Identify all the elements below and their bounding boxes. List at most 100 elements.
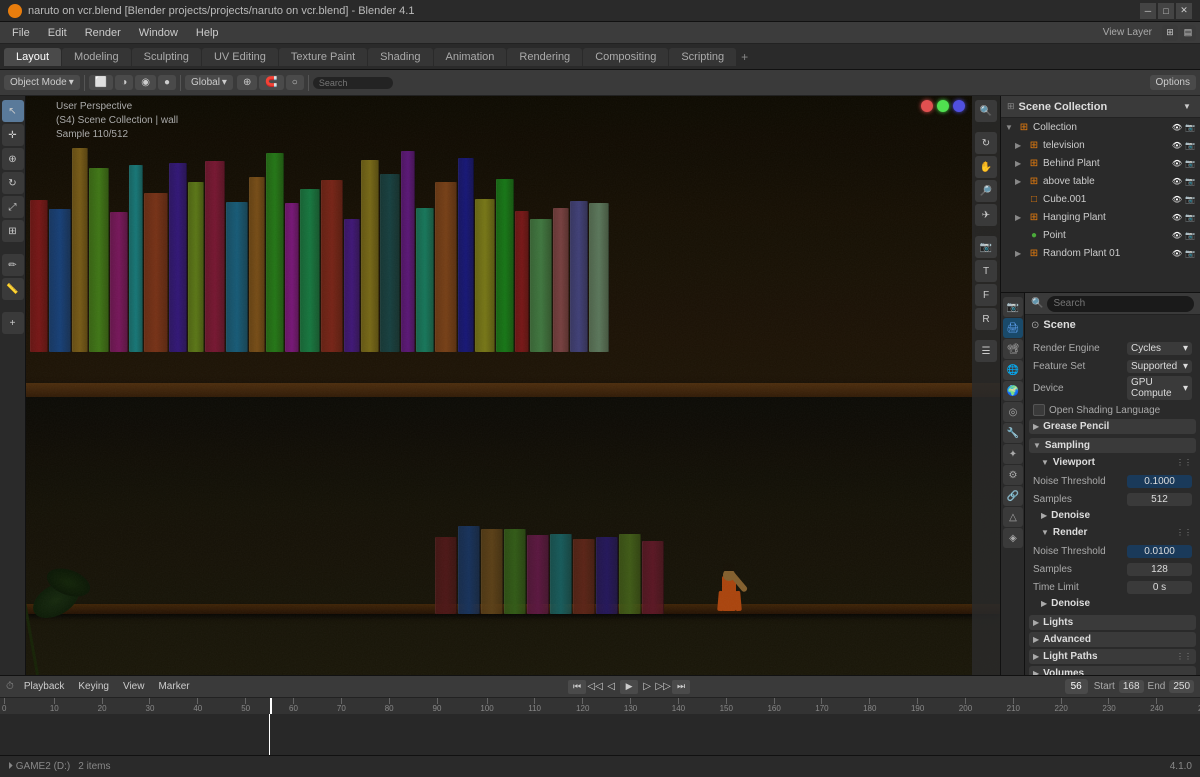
cursor-tool[interactable]: ✛: [2, 124, 24, 146]
pan-btn[interactable]: ✋: [975, 156, 997, 178]
minimize-button[interactable]: ─: [1140, 3, 1156, 19]
marker-btn[interactable]: Marker: [154, 680, 193, 693]
play-btn[interactable]: ▶: [620, 680, 638, 694]
object-mode-dropdown[interactable]: Object Mode ▾: [4, 75, 80, 90]
visibility-btn-cube[interactable]: 👁: [1171, 195, 1183, 204]
render-engine-value[interactable]: Cycles ▾: [1127, 342, 1192, 355]
tree-item-television[interactable]: ▶ ⊞ television 👁 📷: [1001, 136, 1200, 154]
device-value[interactable]: GPU Compute ▾: [1127, 376, 1192, 400]
prev-frame-btn[interactable]: ◁: [604, 680, 618, 694]
lights-header[interactable]: ▶ Lights: [1029, 615, 1196, 630]
time-limit-value[interactable]: 0 s: [1127, 581, 1192, 594]
move-tool[interactable]: ⊕: [2, 148, 24, 170]
prop-material-icon[interactable]: ◈: [1003, 528, 1023, 548]
tree-item-hanging-plant[interactable]: ▶ ⊞ Hanging Plant 👁 📷: [1001, 208, 1200, 226]
add-workspace-btn[interactable]: +: [741, 50, 748, 64]
visibility-btn-behind-plant[interactable]: 👁: [1171, 159, 1183, 168]
tab-shading[interactable]: Shading: [368, 48, 432, 66]
tab-uv-editing[interactable]: UV Editing: [202, 48, 278, 66]
render-btn-hanging-plant[interactable]: 📷: [1184, 213, 1196, 222]
viewport-noise-value[interactable]: 0.1000: [1127, 475, 1192, 488]
wireframe-btn[interactable]: ⬜: [89, 75, 113, 90]
prop-scene-icon[interactable]: 🌐: [1003, 360, 1023, 380]
material-btn[interactable]: ◉: [135, 75, 156, 90]
select-tool[interactable]: ↖: [2, 100, 24, 122]
tree-item-cube[interactable]: □ Cube.001 👁 📷: [1001, 190, 1200, 208]
add-tool[interactable]: +: [2, 312, 24, 334]
denoise-header[interactable]: ▶ Denoise: [1037, 508, 1196, 523]
tab-layout[interactable]: Layout: [4, 48, 61, 66]
render-noise-value[interactable]: 0.0100: [1127, 545, 1192, 558]
light-paths-header[interactable]: ▶ Light Paths ⋮⋮: [1029, 649, 1196, 664]
tree-item-point[interactable]: ● Point 👁 📷: [1001, 226, 1200, 244]
prop-data-icon[interactable]: △: [1003, 507, 1023, 527]
tab-rendering[interactable]: Rendering: [507, 48, 582, 66]
tab-compositing[interactable]: Compositing: [583, 48, 668, 66]
render-btn-random-plant[interactable]: 📷: [1184, 249, 1196, 258]
prev-keyframe-btn[interactable]: ◁◁: [588, 680, 602, 694]
view-top[interactable]: T: [975, 260, 997, 282]
menu-edit[interactable]: Edit: [40, 25, 75, 41]
denoise2-header[interactable]: ▶ Denoise: [1037, 596, 1196, 611]
playback-btn[interactable]: Playback: [20, 680, 69, 693]
menu-render[interactable]: Render: [77, 25, 129, 41]
search-input[interactable]: [313, 77, 393, 89]
next-frame-btn[interactable]: ▷: [640, 680, 654, 694]
sampling-header[interactable]: ▼ Sampling: [1029, 438, 1196, 453]
render-btn-collection[interactable]: 📷: [1184, 123, 1196, 132]
maximize-button[interactable]: □: [1158, 3, 1174, 19]
prop-physics-icon[interactable]: ⚙: [1003, 465, 1023, 485]
snap-btn[interactable]: 🧲: [259, 75, 283, 90]
prop-output-icon[interactable]: 🖨: [1003, 318, 1023, 338]
visibility-btn-television[interactable]: 👁: [1171, 141, 1183, 150]
global-dropdown[interactable]: Global ▾: [185, 75, 233, 90]
advanced-header[interactable]: ▶ Advanced: [1029, 632, 1196, 647]
viewport-samples-value[interactable]: 512: [1127, 493, 1192, 506]
prop-render-icon[interactable]: 📷: [1003, 297, 1023, 317]
props-search-input[interactable]: [1047, 296, 1194, 312]
annotate-tool[interactable]: ✏: [2, 254, 24, 276]
prop-world-icon[interactable]: 🌍: [1003, 381, 1023, 401]
render-btn-television[interactable]: 📷: [1184, 141, 1196, 150]
visibility-btn-random-plant[interactable]: 👁: [1171, 249, 1183, 258]
scene-selector[interactable]: ⊞: [1162, 25, 1178, 41]
next-keyframe-btn[interactable]: ▷▷: [656, 680, 670, 694]
nav-zoom-btn[interactable]: 🔍: [975, 100, 997, 122]
jump-to-end-btn[interactable]: ⏭: [672, 680, 690, 694]
zoom-btn[interactable]: 🔎: [975, 180, 997, 202]
viewport-subsection-header[interactable]: ▼ Viewport ⋮⋮: [1037, 455, 1196, 470]
start-value[interactable]: 168: [1119, 680, 1144, 693]
render-samples-value[interactable]: 128: [1127, 563, 1192, 576]
view-btn[interactable]: View: [119, 680, 149, 693]
measure-tool[interactable]: 📏: [2, 278, 24, 300]
viewport[interactable]: User Perspective (S4) Scene Collection |…: [26, 96, 1000, 675]
pivot-btn[interactable]: ⊕: [237, 75, 257, 90]
menu-help[interactable]: Help: [188, 25, 227, 41]
view-layer-selector[interactable]: ▤: [1180, 25, 1196, 41]
visibility-btn-collection[interactable]: 👁: [1171, 123, 1183, 132]
rendered-btn[interactable]: ●: [158, 75, 176, 90]
menu-window[interactable]: Window: [131, 25, 186, 41]
feature-set-value[interactable]: Supported ▾: [1127, 360, 1192, 373]
visibility-btn-above-table[interactable]: 👁: [1171, 177, 1183, 186]
camera-btn[interactable]: 📷: [975, 236, 997, 258]
timeline-track[interactable]: [0, 714, 1200, 755]
tab-animation[interactable]: Animation: [434, 48, 507, 66]
tree-item-behind-plant[interactable]: ▶ ⊞ Behind Plant 👁 📷: [1001, 154, 1200, 172]
visibility-btn-hanging-plant[interactable]: 👁: [1171, 213, 1183, 222]
proportional-btn[interactable]: ○: [286, 75, 304, 90]
render-btn-cube[interactable]: 📷: [1184, 195, 1196, 204]
tab-texture-paint[interactable]: Texture Paint: [279, 48, 367, 66]
render-btn-above-table[interactable]: 📷: [1184, 177, 1196, 186]
prop-modifier-icon[interactable]: 🔧: [1003, 423, 1023, 443]
prop-constraints-icon[interactable]: 🔗: [1003, 486, 1023, 506]
keying-btn[interactable]: Keying: [74, 680, 113, 693]
tree-item-above-table[interactable]: ▶ ⊞ above table 👁 📷: [1001, 172, 1200, 190]
render-subsection-header[interactable]: ▼ Render ⋮⋮: [1037, 525, 1196, 540]
view-xray[interactable]: ☰: [975, 340, 997, 362]
tree-item-collection[interactable]: ▼ ⊞ Collection 👁 📷: [1001, 118, 1200, 136]
orbit-btn[interactable]: ↻: [975, 132, 997, 154]
tree-item-random-plant[interactable]: ▶ ⊞ Random Plant 01 👁 📷: [1001, 244, 1200, 262]
solid-btn[interactable]: ◑: [115, 75, 133, 90]
prop-object-icon[interactable]: ◎: [1003, 402, 1023, 422]
